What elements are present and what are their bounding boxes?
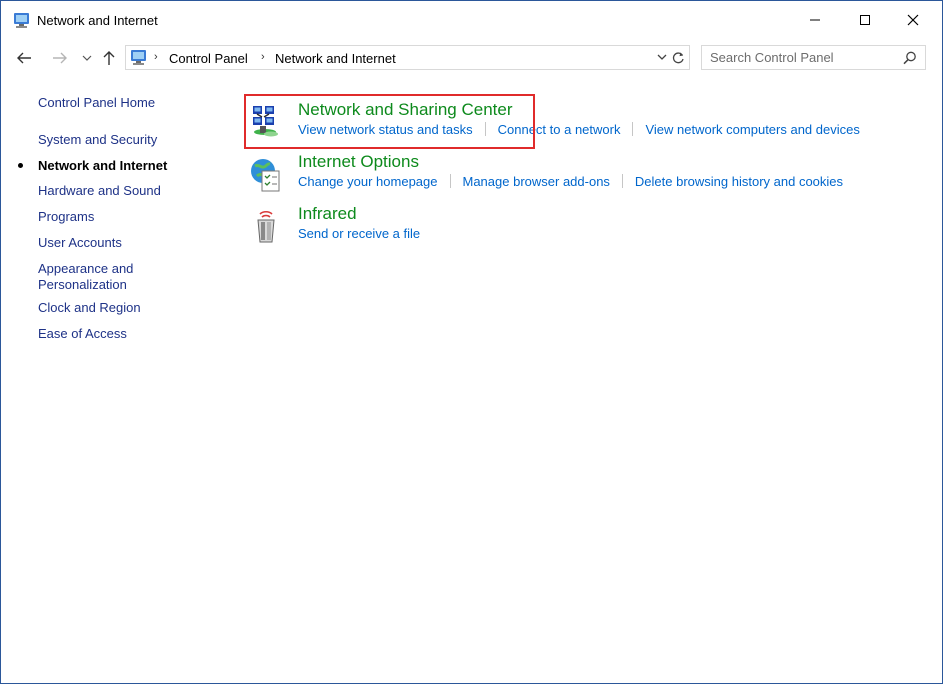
nav-programs[interactable]: Programs [38, 209, 94, 225]
refresh-icon [672, 52, 684, 64]
nav-appearance-line-1: Appearance and [38, 261, 134, 276]
forward-arrow-icon [53, 52, 67, 64]
title-bar: Network and Internet [1, 1, 942, 39]
up-button[interactable] [99, 49, 119, 67]
nav-system-and-security[interactable]: System and Security [38, 132, 157, 148]
chevron-right-icon[interactable]: › [261, 51, 265, 63]
current-page-bullet [18, 163, 23, 168]
internet-options-heading[interactable]: Internet Options [298, 152, 419, 172]
chevron-right-icon[interactable]: › [154, 51, 158, 63]
address-bar[interactable]: › Control Panel › Network and Internet [125, 45, 690, 70]
maximize-icon [860, 15, 870, 25]
link-separator [449, 174, 451, 188]
maximize-button[interactable] [842, 1, 888, 39]
manage-browser-addons-link[interactable]: Manage browser add-ons [463, 174, 610, 189]
chevron-down-icon [657, 54, 667, 60]
nav-clock-and-region[interactable]: Clock and Region [38, 300, 141, 316]
network-sharing-icon[interactable] [248, 104, 286, 142]
up-arrow-icon [103, 51, 115, 65]
infrared-icon[interactable] [248, 208, 286, 246]
search-icon[interactable] [903, 51, 917, 70]
nav-control-panel-home[interactable]: Control Panel Home [38, 95, 155, 111]
recent-locations-button[interactable] [77, 49, 97, 67]
window-title: Network and Internet [37, 13, 158, 28]
breadcrumb-network-and-internet[interactable]: Network and Internet [275, 51, 396, 66]
nav-ease-of-access[interactable]: Ease of Access [38, 326, 127, 342]
category-network-and-sharing-center: Network and Sharing Center View network … [246, 100, 926, 148]
breadcrumb-control-panel[interactable]: Control Panel [169, 51, 248, 66]
nav-user-accounts[interactable]: User Accounts [38, 235, 122, 251]
delete-browsing-history-link[interactable]: Delete browsing history and cookies [635, 174, 843, 189]
network-app-icon [13, 12, 30, 29]
internet-options-icon[interactable] [248, 156, 286, 194]
network-and-sharing-center-links: View network status and tasks Connect to … [298, 122, 860, 137]
view-network-computers-link[interactable]: View network computers and devices [645, 122, 859, 137]
view-network-status-link[interactable]: View network status and tasks [298, 122, 473, 137]
address-dropdown-button[interactable] [657, 50, 667, 69]
infrared-heading[interactable]: Infrared [298, 204, 357, 224]
internet-options-links: Change your homepage Manage browser add-o… [298, 174, 843, 189]
network-and-sharing-center-heading[interactable]: Network and Sharing Center [298, 100, 513, 120]
link-separator [484, 122, 486, 136]
send-or-receive-file-link[interactable]: Send or receive a file [298, 226, 420, 241]
nav-appearance-line-2: Personalization [38, 277, 127, 292]
link-separator [621, 174, 623, 188]
close-icon [907, 14, 919, 26]
chevron-down-icon [82, 55, 92, 61]
search-box[interactable] [701, 45, 926, 70]
control-panel-icon [130, 49, 147, 66]
nav-appearance-and-personalization[interactable]: Appearance and Personalization [38, 261, 133, 293]
category-internet-options: Internet Options Change your homepage Man… [246, 152, 926, 200]
minimize-icon [810, 19, 820, 21]
close-button[interactable] [890, 1, 936, 39]
address-toolbar: › Control Panel › Network and Internet [1, 41, 942, 75]
back-arrow-icon [17, 52, 31, 64]
forward-button[interactable] [50, 49, 70, 67]
refresh-button[interactable] [669, 48, 687, 67]
connect-to-network-link[interactable]: Connect to a network [498, 122, 621, 137]
back-button[interactable] [14, 49, 34, 67]
nav-network-and-internet[interactable]: Network and Internet [38, 158, 167, 174]
infrared-links: Send or receive a file [298, 226, 420, 241]
control-panel-window: Network and Internet › Control Panel › N… [0, 0, 943, 684]
search-input[interactable] [702, 46, 900, 69]
link-separator [632, 122, 634, 136]
change-homepage-link[interactable]: Change your homepage [298, 174, 438, 189]
nav-hardware-and-sound[interactable]: Hardware and Sound [38, 183, 161, 199]
category-infrared: Infrared Send or receive a file [246, 204, 926, 252]
minimize-button[interactable] [792, 1, 838, 39]
